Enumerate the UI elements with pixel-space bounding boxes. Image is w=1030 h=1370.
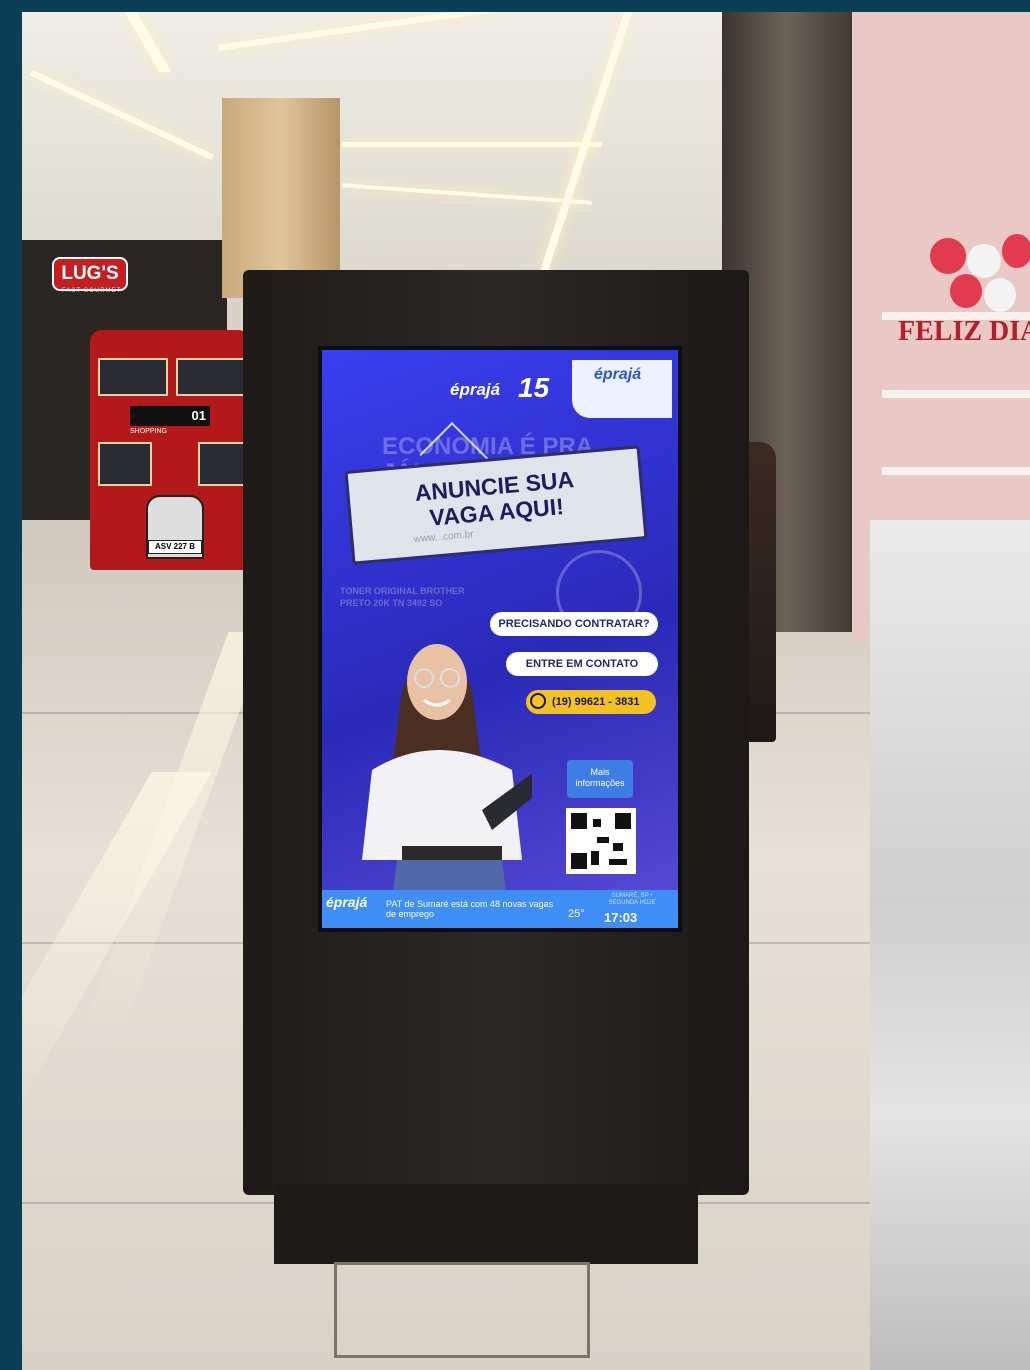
toner-ad-line-1: TONER ORIGINAL BROTHER xyxy=(340,586,465,596)
qr-finder xyxy=(571,813,587,829)
qr-module xyxy=(593,819,601,827)
balloon xyxy=(967,244,1001,278)
whatsapp-icon xyxy=(530,693,546,709)
phone-number: (19) 99621 - 3831 xyxy=(552,696,640,708)
ticker-headline: PAT de Sumaré está com 48 novas vagas de… xyxy=(386,899,554,919)
balloon xyxy=(950,274,982,308)
qr-code[interactable] xyxy=(566,808,636,874)
bus-license-plate: ASV 227 B xyxy=(148,540,202,554)
qr-finder xyxy=(571,853,587,869)
epraja-logo: éprajá xyxy=(450,380,501,399)
white-partition-wall xyxy=(870,520,1030,1370)
bus-window xyxy=(98,358,168,396)
floor-hatch xyxy=(334,1262,590,1358)
shelf xyxy=(882,467,1030,475)
totem-screen: éprajá 15 éprajá ECONOMIA É PRA JÁ! ANUN… xyxy=(318,346,682,932)
balloon xyxy=(930,238,966,274)
qr-finder xyxy=(615,813,631,829)
ticker-location: SUMARÉ, SP • SEGUNDA HOJE xyxy=(608,893,656,906)
shelf xyxy=(882,390,1030,398)
store-sign: FELIZ DIA xyxy=(898,316,1030,347)
totem-base xyxy=(274,1184,698,1264)
corner-logo-box: éprajá xyxy=(572,360,672,418)
lugs-logo: LUG'S xyxy=(52,257,128,291)
bus-window xyxy=(176,358,246,396)
qr-module xyxy=(613,843,623,851)
ceiling-light xyxy=(342,142,602,147)
news-ticker: éprajá PAT de Sumaré está com 48 novas v… xyxy=(322,890,678,928)
woman-illustration xyxy=(362,644,532,900)
qr-module xyxy=(591,851,599,865)
ticker-temperature: 25° xyxy=(568,908,585,920)
bus-window xyxy=(98,442,152,486)
anniversary-badge: 15 xyxy=(518,372,550,403)
bus-window xyxy=(198,442,248,486)
mais-informacoes-button[interactable]: Mais informações xyxy=(567,760,633,798)
ticker-time: 17:03 xyxy=(604,910,638,925)
qr-module xyxy=(597,837,609,843)
qr-module xyxy=(609,859,627,865)
mall-photo: LUG'S FAST GOURMET 01 SHOPPING ASV 227 B… xyxy=(22,12,1030,1370)
sign-headline: ANUNCIE SUA VAGA AQUI! xyxy=(349,460,642,537)
corner-logo: éprajá xyxy=(594,366,642,383)
pillar xyxy=(222,98,340,298)
balloon xyxy=(984,278,1016,312)
bus-route-number: 01 xyxy=(130,406,210,426)
bus-route-label: SHOPPING xyxy=(130,428,167,435)
red-bus-display: 01 SHOPPING ASV 227 B xyxy=(90,330,250,570)
ticker-logo: éprajá xyxy=(326,894,368,910)
balloon xyxy=(1002,234,1030,268)
whatsapp-phone[interactable]: (19) 99621 - 3831 xyxy=(526,690,656,714)
toner-ad-line-2: PRETO 20K TN 3492 SO xyxy=(340,598,443,608)
lugs-subtitle: FAST GOURMET xyxy=(62,288,122,294)
